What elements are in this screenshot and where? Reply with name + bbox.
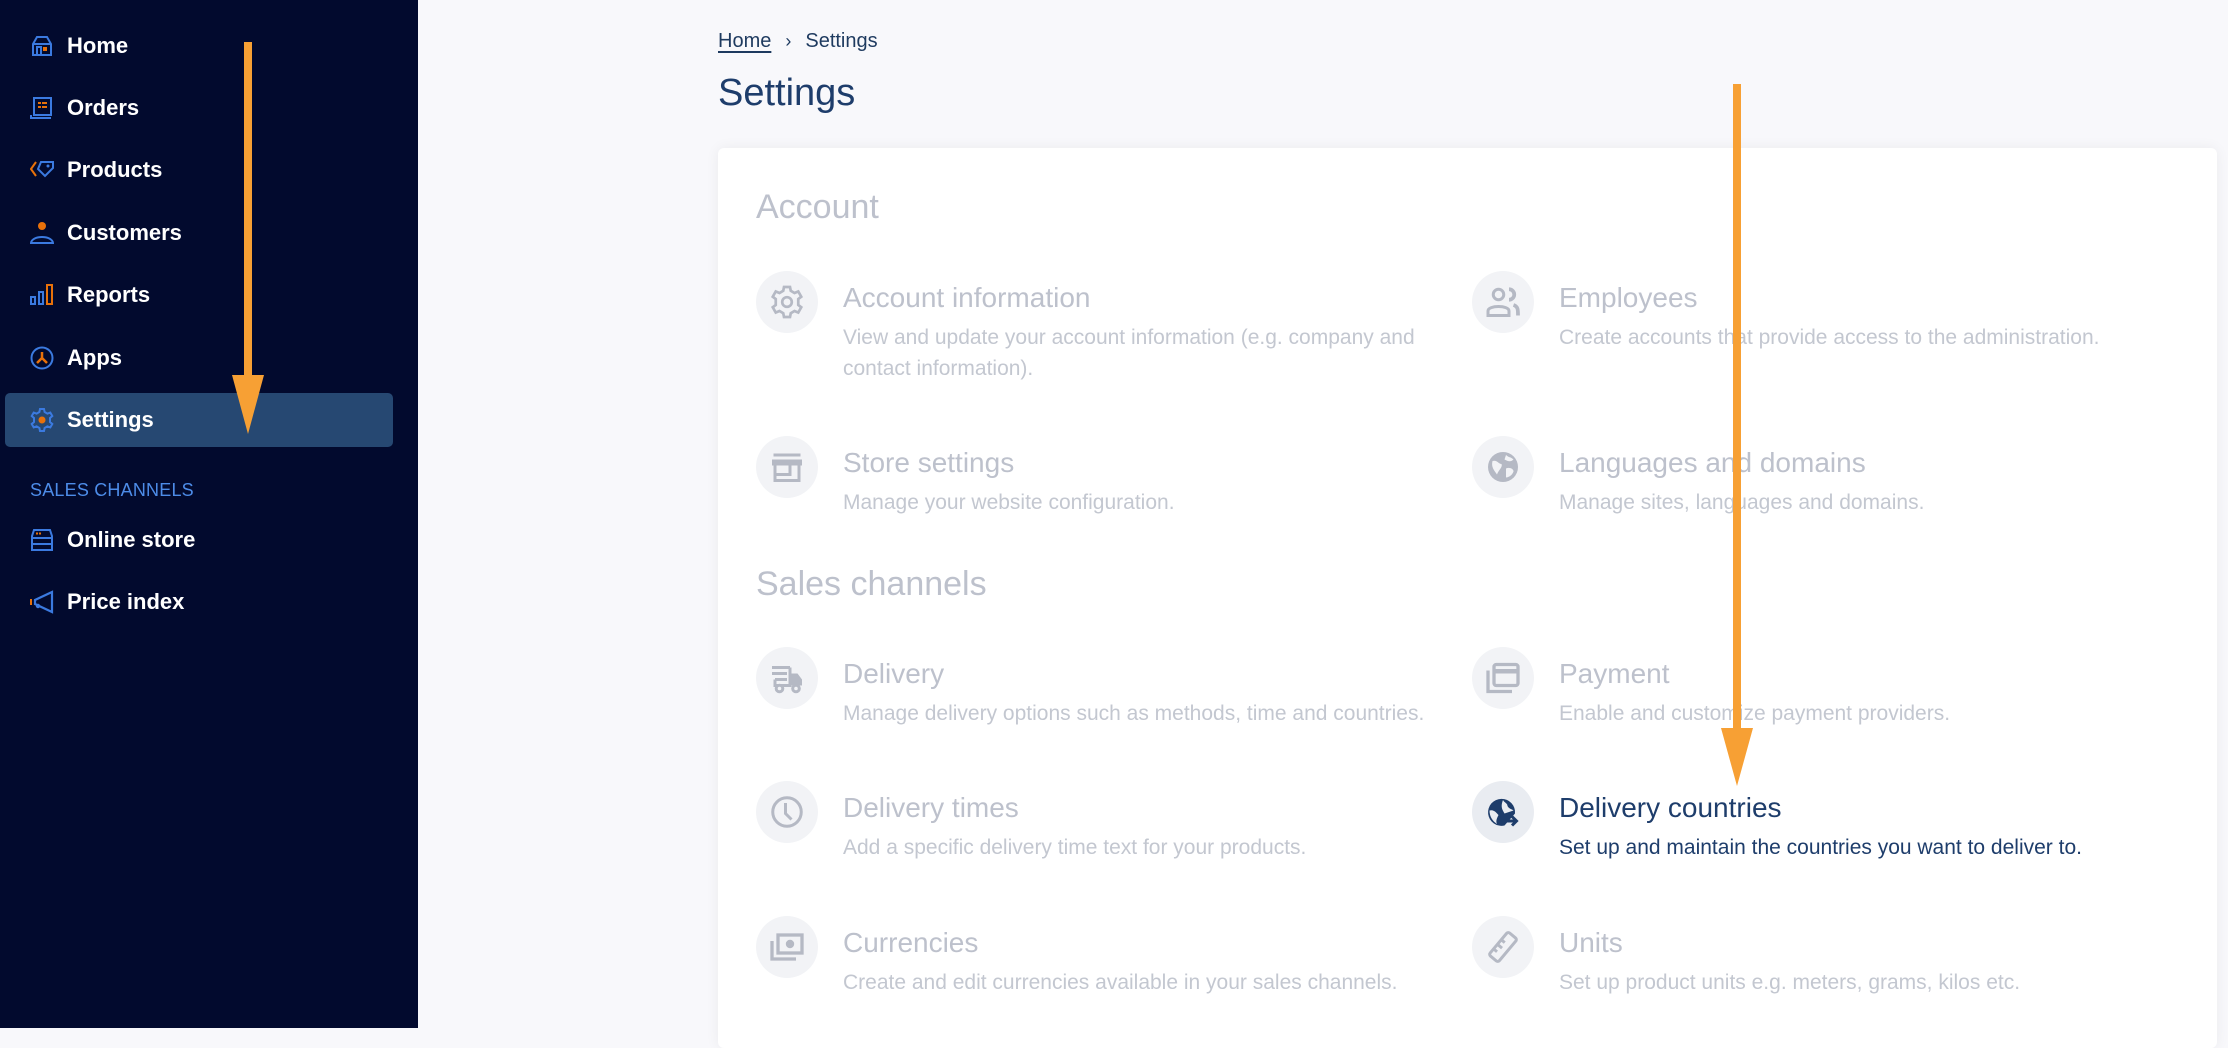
page-title: Settings xyxy=(718,72,856,114)
setting-title: Currencies xyxy=(843,927,979,958)
sidebar-item-label: Products xyxy=(67,157,163,182)
setting-title: Store settings xyxy=(843,447,1015,478)
setting-icon-circle xyxy=(756,916,818,978)
sidebar-item-label: Online store xyxy=(67,527,196,552)
chevron-right-icon: › xyxy=(785,31,792,51)
sidebar-item-price-index[interactable]: Price index xyxy=(5,575,393,629)
setting-icon-circle xyxy=(1472,436,1534,498)
setting-title: Units xyxy=(1559,927,1623,958)
sidebar-item-online-store[interactable]: Online store xyxy=(5,513,393,567)
storefront-icon xyxy=(772,453,802,482)
setting-icon-circle xyxy=(1472,781,1534,843)
setting-icon-circle xyxy=(756,271,818,333)
sidebar-item-label: Customers xyxy=(67,220,182,245)
apps-icon xyxy=(30,346,54,370)
sidebar-item-label: Price index xyxy=(67,589,185,614)
setting-title: Employees xyxy=(1559,282,1698,313)
setting-description: Add a specific delivery time text for yo… xyxy=(843,836,1307,859)
globe-arrow-icon xyxy=(1488,798,1519,827)
breadcrumb-current: Settings xyxy=(805,30,878,52)
sales-channels-heading: SALES CHANNELS xyxy=(30,480,194,500)
globe-icon xyxy=(1488,452,1518,482)
setting-title: Languages and domains xyxy=(1559,447,1866,478)
setting-account-information[interactable]: Account information View and update your… xyxy=(756,271,1436,402)
setting-delivery-times[interactable]: Delivery times Add a specific delivery t… xyxy=(756,781,1436,912)
tag-icon xyxy=(30,161,54,178)
truck-icon xyxy=(772,666,802,694)
setting-description: Enable and customize payment providers. xyxy=(1559,702,1951,725)
setting-store-settings[interactable]: Store settings Manage your website confi… xyxy=(756,436,1436,567)
sidebar-item-orders[interactable]: Orders xyxy=(5,81,393,135)
setting-icon-circle xyxy=(1472,916,1534,978)
setting-description: Manage your website configuration. xyxy=(843,491,1175,514)
users-icon xyxy=(1486,287,1520,317)
section-heading-sales-channels: Sales channels xyxy=(756,565,987,603)
sidebar-item-home[interactable]: Home xyxy=(5,19,393,73)
setting-icon-circle xyxy=(1472,647,1534,709)
setting-description: Manage delivery options such as methods,… xyxy=(843,702,1425,725)
setting-currencies[interactable]: Currencies Create and edit currencies av… xyxy=(756,916,1436,1047)
setting-description: Create accounts that provide access to t… xyxy=(1559,326,2100,349)
orders-icon xyxy=(30,97,52,119)
person-icon xyxy=(30,222,54,244)
setting-icon-circle xyxy=(756,647,818,709)
setting-title: Delivery xyxy=(843,658,945,689)
breadcrumb: Home › Settings xyxy=(718,30,878,53)
gear-icon xyxy=(770,285,804,319)
setting-units[interactable]: Units Set up product units e.g. meters, … xyxy=(1472,916,2152,1047)
bar-chart-icon xyxy=(30,284,53,305)
sidebar: Home Orders Products Customers Reports A… xyxy=(0,0,418,1028)
sidebar-item-reports[interactable]: Reports xyxy=(5,268,393,322)
setting-description: Set up product units e.g. meters, grams,… xyxy=(1559,971,2021,994)
banknote-icon xyxy=(770,933,804,961)
setting-title: Delivery countries xyxy=(1559,792,1782,823)
sidebar-item-apps[interactable]: Apps xyxy=(5,331,393,385)
setting-title: Account information xyxy=(843,282,1091,313)
setting-title: Payment xyxy=(1559,658,1670,689)
sidebar-item-label: Reports xyxy=(67,282,151,307)
sidebar-item-label: Settings xyxy=(67,407,154,432)
setting-description: Set up and maintain the countries you wa… xyxy=(1559,836,2082,859)
setting-languages-and-domains[interactable]: Languages and domains Manage sites, lang… xyxy=(1472,436,2152,567)
store-icon xyxy=(31,529,53,551)
breadcrumb-home-link[interactable]: Home xyxy=(718,30,771,53)
sidebar-item-customers[interactable]: Customers xyxy=(5,206,393,260)
setting-icon-circle xyxy=(756,781,818,843)
setting-delivery-countries[interactable]: Delivery countries Set up and maintain t… xyxy=(1472,781,2152,912)
setting-employees[interactable]: Employees Create accounts that provide a… xyxy=(1472,271,2152,402)
section-heading-account: Account xyxy=(756,188,879,226)
sidebar-item-settings[interactable]: Settings xyxy=(5,393,393,447)
sidebar-item-label: Orders xyxy=(67,95,140,120)
setting-description: Manage sites, languages and domains. xyxy=(1559,491,1925,514)
setting-icon-circle xyxy=(1472,271,1534,333)
megaphone-icon xyxy=(30,590,54,614)
setting-payment[interactable]: Payment Enable and customize payment pro… xyxy=(1472,647,2152,778)
credit-card-icon xyxy=(1486,662,1520,694)
setting-description: Create and edit currencies available in … xyxy=(843,971,1398,994)
ruler-icon xyxy=(1488,931,1518,963)
setting-delivery[interactable]: Delivery Manage delivery options such as… xyxy=(756,647,1436,778)
sidebar-item-label: Apps xyxy=(67,345,122,370)
setting-title: Delivery times xyxy=(843,792,1019,823)
clock-icon xyxy=(771,796,803,828)
home-icon xyxy=(32,36,52,56)
gear-icon xyxy=(30,408,54,432)
setting-description: View and update your account information… xyxy=(843,326,1415,380)
sidebar-item-label: Home xyxy=(67,33,129,58)
setting-icon-circle xyxy=(756,436,818,498)
sidebar-item-products[interactable]: Products xyxy=(5,143,393,197)
